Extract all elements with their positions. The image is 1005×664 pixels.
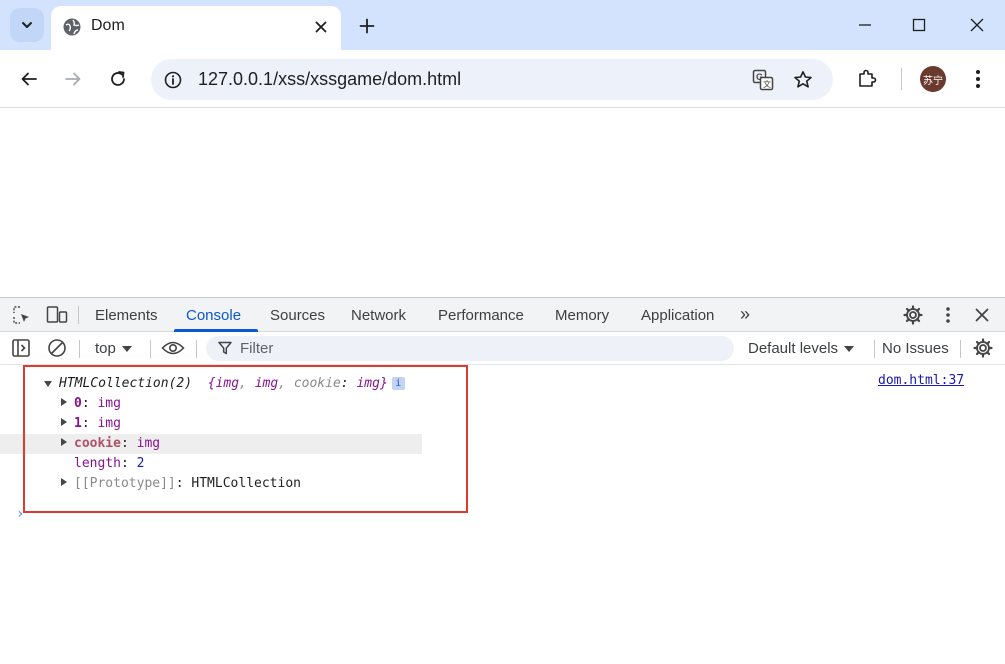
more-tabs-button[interactable]: » (740, 304, 750, 325)
forward-button[interactable] (59, 65, 87, 93)
maximize-icon (912, 18, 926, 32)
tab-application[interactable]: Application (641, 307, 714, 324)
reload-button[interactable] (104, 65, 132, 93)
toolbar-divider (960, 340, 961, 358)
profile-avatar[interactable]: 苏宁 (920, 66, 946, 92)
close-devtools-icon[interactable] (970, 303, 994, 327)
context-selector[interactable]: top (95, 340, 132, 357)
back-button[interactable] (15, 65, 43, 93)
new-tab-button[interactable] (353, 12, 381, 40)
minimize-icon (859, 24, 871, 26)
device-toolbar-icon[interactable] (45, 303, 69, 327)
inspect-element-icon[interactable] (10, 303, 34, 327)
tab-search-button[interactable] (10, 8, 44, 42)
url-text[interactable]: 127.0.0.1/xss/xssgame/dom.html (198, 69, 461, 90)
tab-network[interactable]: Network (351, 307, 406, 324)
site-info-icon[interactable] (161, 68, 185, 92)
arrow-right-icon (65, 72, 81, 86)
filter-input[interactable]: Filter (206, 336, 734, 361)
log-levels-dropdown[interactable]: Default levels (748, 340, 855, 357)
devtools-menu-icon[interactable] (936, 303, 960, 327)
live-expression-eye-icon[interactable] (161, 336, 185, 360)
annotation-highlight-box (23, 365, 468, 513)
clear-console-icon[interactable] (45, 336, 69, 360)
kebab-menu-icon (976, 70, 980, 88)
close-window-button[interactable] (962, 10, 992, 40)
source-location-link[interactable]: dom.html:37 (878, 373, 964, 388)
tab-sources[interactable]: Sources (270, 307, 325, 324)
filter-placeholder: Filter (240, 340, 274, 357)
tab-performance[interactable]: Performance (438, 307, 524, 324)
toolbar-divider (79, 340, 80, 358)
devtools-tab-bar: Elements Console Sources Network Perform… (0, 298, 1005, 332)
console-prompt[interactable]: › (16, 506, 24, 522)
console-settings-gear-icon[interactable] (971, 336, 995, 360)
puzzle-icon (859, 69, 877, 87)
plus-icon (359, 18, 375, 34)
toolbar-divider (150, 340, 151, 358)
svg-text:文: 文 (763, 79, 771, 89)
console-toolbar: top Filter Default levels No Issues (0, 332, 1005, 365)
tab-title: Dom (91, 17, 125, 34)
sidebar-toggle-icon[interactable] (9, 336, 33, 360)
close-tab-icon[interactable] (309, 15, 333, 39)
console-output: dom.html:37 HTMLCollection(2) {img, img,… (0, 365, 1005, 664)
maximize-button[interactable] (904, 10, 934, 40)
toolbar-divider (874, 340, 875, 358)
tab-strip: Dom (0, 0, 1005, 50)
caret-down-icon (121, 345, 132, 352)
issues-counter[interactable]: No Issues (882, 340, 949, 357)
context-label: top (95, 340, 116, 357)
reload-icon (111, 71, 125, 86)
log-levels-label: Default levels (748, 340, 839, 357)
bookmark-star-icon[interactable] (791, 68, 815, 92)
toolbar-divider (78, 306, 79, 324)
caret-down-icon (844, 345, 855, 352)
tab-console[interactable]: Console (186, 307, 241, 324)
chevron-down-icon (22, 22, 32, 28)
address-bar[interactable]: 127.0.0.1/xss/xssgame/dom.html G文 (151, 59, 833, 100)
toolbar-divider (196, 340, 197, 358)
translate-icon[interactable]: G文 (751, 68, 775, 92)
tab-memory[interactable]: Memory (555, 307, 609, 324)
devtools-panel: Elements Console Sources Network Perform… (0, 297, 1005, 664)
toolbar-divider (901, 68, 902, 90)
tab-elements[interactable]: Elements (95, 307, 158, 324)
chrome-menu-button[interactable] (964, 65, 992, 93)
page-viewport (0, 108, 1005, 297)
arrow-left-icon (21, 72, 37, 86)
minimize-button[interactable] (850, 10, 880, 40)
filter-funnel-icon (218, 341, 232, 355)
close-icon (970, 18, 984, 32)
settings-gear-icon[interactable] (901, 303, 925, 327)
browser-toolbar: 127.0.0.1/xss/xssgame/dom.html G文 苏宁 (0, 50, 1005, 108)
extensions-button[interactable] (853, 65, 881, 93)
globe-icon (62, 17, 82, 37)
browser-tab[interactable]: Dom (51, 6, 341, 50)
